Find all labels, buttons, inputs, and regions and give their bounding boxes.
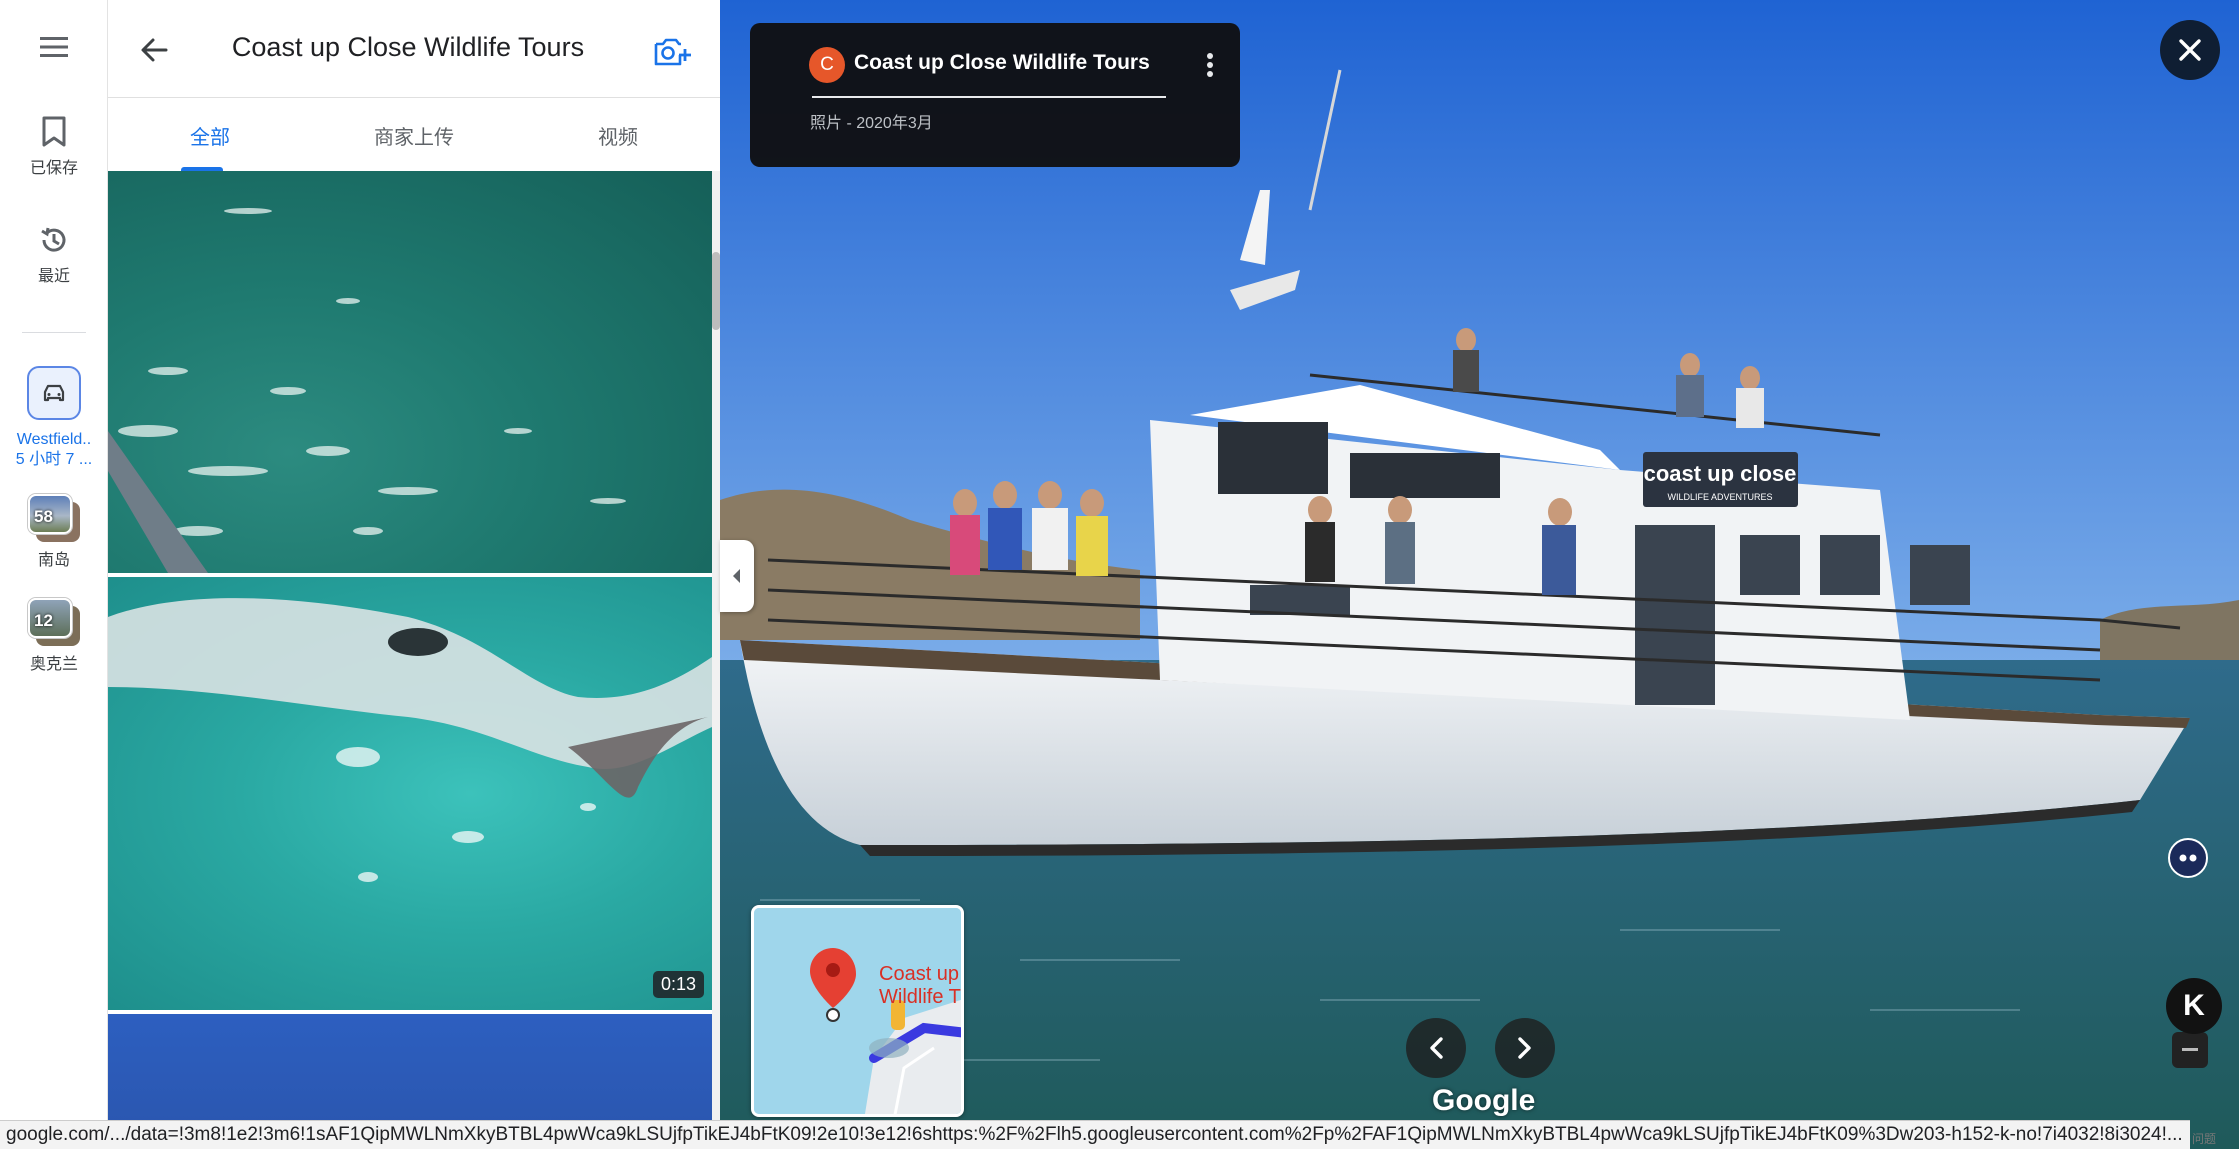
scrollbar-thumb[interactable] <box>712 252 720 330</box>
tab-all[interactable]: 全部 <box>108 99 312 171</box>
saved-button[interactable]: 已保存 <box>0 116 108 178</box>
more-vert-icon <box>1207 53 1213 77</box>
corner-text: 问题 <box>2192 1132 2217 1146</box>
collection-count: 58 <box>34 507 53 526</box>
car-icon <box>43 384 65 402</box>
video-tile[interactable]: 0:13 <box>108 577 712 1010</box>
arrow-back-icon <box>141 38 168 62</box>
chevron-left-icon <box>733 569 740 583</box>
saved-label: 已保存 <box>29 160 78 177</box>
more-options-button[interactable] <box>1190 45 1230 85</box>
close-icon <box>2179 39 2201 61</box>
recent-trip-line2: 5 小时 7 ... <box>15 451 93 468</box>
photo-tile[interactable] <box>108 171 712 573</box>
zoom-out-button[interactable] <box>2172 1032 2208 1068</box>
tab-owner-uploads[interactable]: 商家上传 <box>312 99 516 171</box>
collection-label: 南岛 <box>37 552 70 569</box>
collection-thumbnail: 12 <box>28 598 80 646</box>
photo-tabs: 全部 商家上传 视频 <box>108 99 720 171</box>
google-logo: Google <box>1432 1084 1536 1117</box>
close-viewer-button[interactable] <box>2160 20 2220 80</box>
photo-panel: Coast up Close Wildlife Tours 全部 商家上传 视频 <box>108 0 720 1149</box>
panel-header: Coast up Close Wildlife Tours <box>108 0 720 98</box>
info-divider <box>812 96 1166 98</box>
recent-trip-line1: Westfield.. <box>16 431 92 448</box>
photo-owner-title[interactable]: Coast up Close Wildlife Tours <box>854 51 1150 75</box>
eyes-icon <box>2179 854 2197 862</box>
car-tile <box>27 366 81 420</box>
recent-trip-item[interactable]: Westfield.. 5 小时 7 ... <box>0 366 108 470</box>
collection-thumbnail: 58 <box>28 494 80 542</box>
history-icon <box>41 227 66 252</box>
dolphin-image <box>108 598 712 882</box>
chevron-left-icon <box>1430 1037 1443 1059</box>
recent-button[interactable]: 最近 <box>0 224 108 286</box>
boat-sign-text: coast up close <box>1644 461 1797 486</box>
collection-item-auckland[interactable]: 12 奥克兰 <box>0 598 108 674</box>
photo-info-card: C Coast up Close Wildlife Tours 照片 - 202… <box>750 23 1240 167</box>
chevron-right-icon <box>1518 1037 1531 1059</box>
collection-item-south-island[interactable]: 58 南岛 <box>0 494 108 570</box>
avatar[interactable]: C <box>809 47 845 83</box>
map-preview: Coast up Wildlife T <box>754 908 961 1114</box>
photo-grid: 0:13 <box>108 171 720 1149</box>
left-rail: 已保存 最近 Westfield.. 5 小时 7 ... 58 南岛 12 奥… <box>0 0 108 1149</box>
next-photo-button[interactable] <box>1495 1018 1555 1078</box>
minus-icon <box>2182 1048 2198 1051</box>
map-place-label-2: Wildlife T <box>879 986 961 1008</box>
page-title: Coast up Close Wildlife Tours <box>231 32 585 62</box>
k-extension-button[interactable]: K <box>2166 978 2222 1034</box>
bookmark-icon <box>42 116 66 147</box>
rail-divider <box>22 332 86 333</box>
menu-button[interactable] <box>0 36 108 58</box>
menu-icon <box>40 37 68 57</box>
add-photo-button[interactable] <box>650 30 694 74</box>
photo-date: 照片 - 2020年3月 <box>810 115 933 132</box>
sea-water-image <box>108 208 626 573</box>
mini-map[interactable]: Coast up Wildlife T <box>751 905 964 1117</box>
previous-photo-button[interactable] <box>1406 1018 1466 1078</box>
back-button[interactable] <box>132 28 176 72</box>
street-view-button[interactable] <box>2168 838 2208 878</box>
map-place-label: Coast up <box>879 963 959 985</box>
collection-label: 奥克兰 <box>29 656 78 673</box>
collection-count: 12 <box>34 611 53 630</box>
boat-sign-subtext: WILDLIFE ADVENTURES <box>1667 492 1772 502</box>
collapse-panel-button[interactable] <box>720 540 754 612</box>
add-photo-icon <box>654 38 691 66</box>
status-bar-url: google.com/.../data=!3m8!1e2!3m6!1sAF1Qi… <box>0 1120 2190 1149</box>
recent-label: 最近 <box>37 268 70 285</box>
tab-videos[interactable]: 视频 <box>516 99 720 171</box>
video-duration: 0:13 <box>652 971 704 998</box>
